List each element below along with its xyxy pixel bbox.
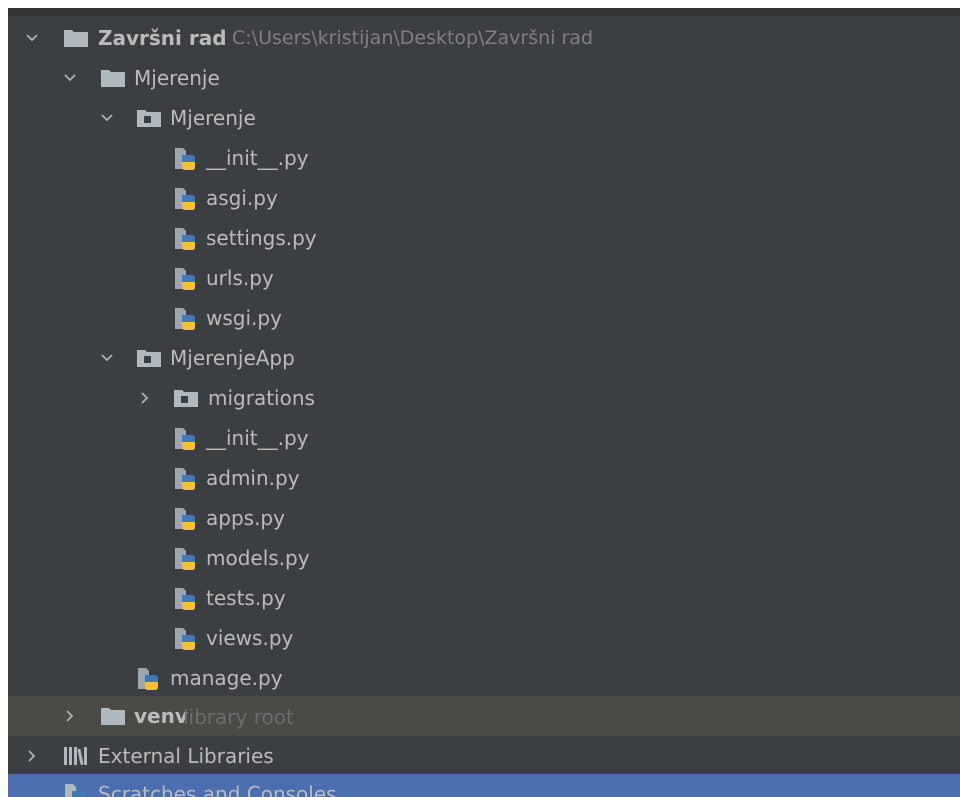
tree-row-scratches-and-consoles[interactable]: Scratches and Consoles [8,774,960,797]
tree-item-label: manage.py [170,666,283,690]
tree-row-python-file[interactable]: admin.py [8,458,960,498]
tool-window-top-strip [8,8,960,16]
chevron-down-icon[interactable] [25,31,39,45]
tree-item-label: Mjerenje [170,106,256,130]
tree-row-python-file[interactable]: apps.py [8,498,960,538]
python-file-icon [173,307,199,330]
tree-row-python-file[interactable]: settings.py [8,218,960,258]
libraries-icon [63,745,89,767]
tree-row-external-libraries[interactable]: External Libraries [8,736,960,776]
tree-item-label: wsgi.py [206,306,282,330]
package-folder-icon [136,347,162,369]
tree-item-label: External Libraries [98,744,274,768]
tree-row-python-file[interactable]: __init__.py [8,138,960,178]
tree-item-label: urls.py [206,266,274,290]
tree-item-label: tests.py [206,586,286,610]
tree-item-label: settings.py [206,226,317,250]
tree-item-label: __init__.py [206,146,309,170]
tree-row-python-file[interactable]: __init__.py [8,418,960,458]
folder-icon [63,27,89,49]
tree-item-label: views.py [206,626,294,650]
project-name: Završni rad [98,26,227,50]
library-root-tag: library root [183,705,294,729]
python-file-icon [173,587,199,610]
tree-item-label: models.py [206,546,310,570]
tree-row-project-root[interactable]: Završni rad C:\Users\kristijan\Desktop\Z… [8,18,960,58]
python-file-icon [173,547,199,570]
tree-row-python-file[interactable]: models.py [8,538,960,578]
chevron-right-icon[interactable] [25,749,39,763]
tree-item-label: migrations [208,386,315,410]
folder-icon [100,67,126,89]
python-file-icon [173,627,199,650]
chevron-right-icon[interactable] [63,709,77,723]
python-file-icon [173,147,199,170]
tree-item-label: apps.py [206,506,285,530]
chevron-down-icon[interactable] [100,351,114,365]
tree-row-python-file[interactable]: views.py [8,618,960,658]
tree-row-python-file[interactable]: asgi.py [8,178,960,218]
scratches-icon [63,783,89,797]
project-path: C:\Users\kristijan\Desktop\Završni rad [232,27,594,49]
tree-row-venv[interactable]: venv library root [8,696,960,736]
tree-row-python-file[interactable]: urls.py [8,258,960,298]
package-folder-icon [136,107,162,129]
tree-item-label: MjerenjeApp [170,346,295,370]
chevron-right-icon[interactable] [138,391,152,405]
tree-item-label: venv [134,704,188,728]
chevron-down-icon[interactable] [63,71,77,85]
tree-row-python-file[interactable]: tests.py [8,578,960,618]
python-file-icon [136,667,162,690]
tree-row-mjerenje-package[interactable]: Mjerenje [8,98,960,138]
tree-row-manage-py[interactable]: manage.py [8,658,960,698]
package-folder-icon [173,387,199,409]
python-file-icon [173,427,199,450]
chevron-down-icon[interactable] [100,111,114,125]
python-file-icon [173,467,199,490]
tree-row-mjerenje-folder[interactable]: Mjerenje [8,58,960,98]
tree-item-label: __init__.py [206,426,309,450]
tree-item-label: asgi.py [206,186,278,210]
tree-item-label: Scratches and Consoles [98,782,337,797]
python-file-icon [173,267,199,290]
python-file-icon [173,187,199,210]
tree-row-migrations-package[interactable]: migrations [8,378,960,418]
python-file-icon [173,227,199,250]
tree-row-python-file[interactable]: wsgi.py [8,298,960,338]
tree-item-label: Mjerenje [134,66,220,90]
folder-icon [100,705,126,727]
tree-item-label: admin.py [206,466,300,490]
project-tool-window: Završni rad C:\Users\kristijan\Desktop\Z… [8,8,960,797]
tree-row-mjerenjeapp-package[interactable]: MjerenjeApp [8,338,960,378]
python-file-icon [173,507,199,530]
